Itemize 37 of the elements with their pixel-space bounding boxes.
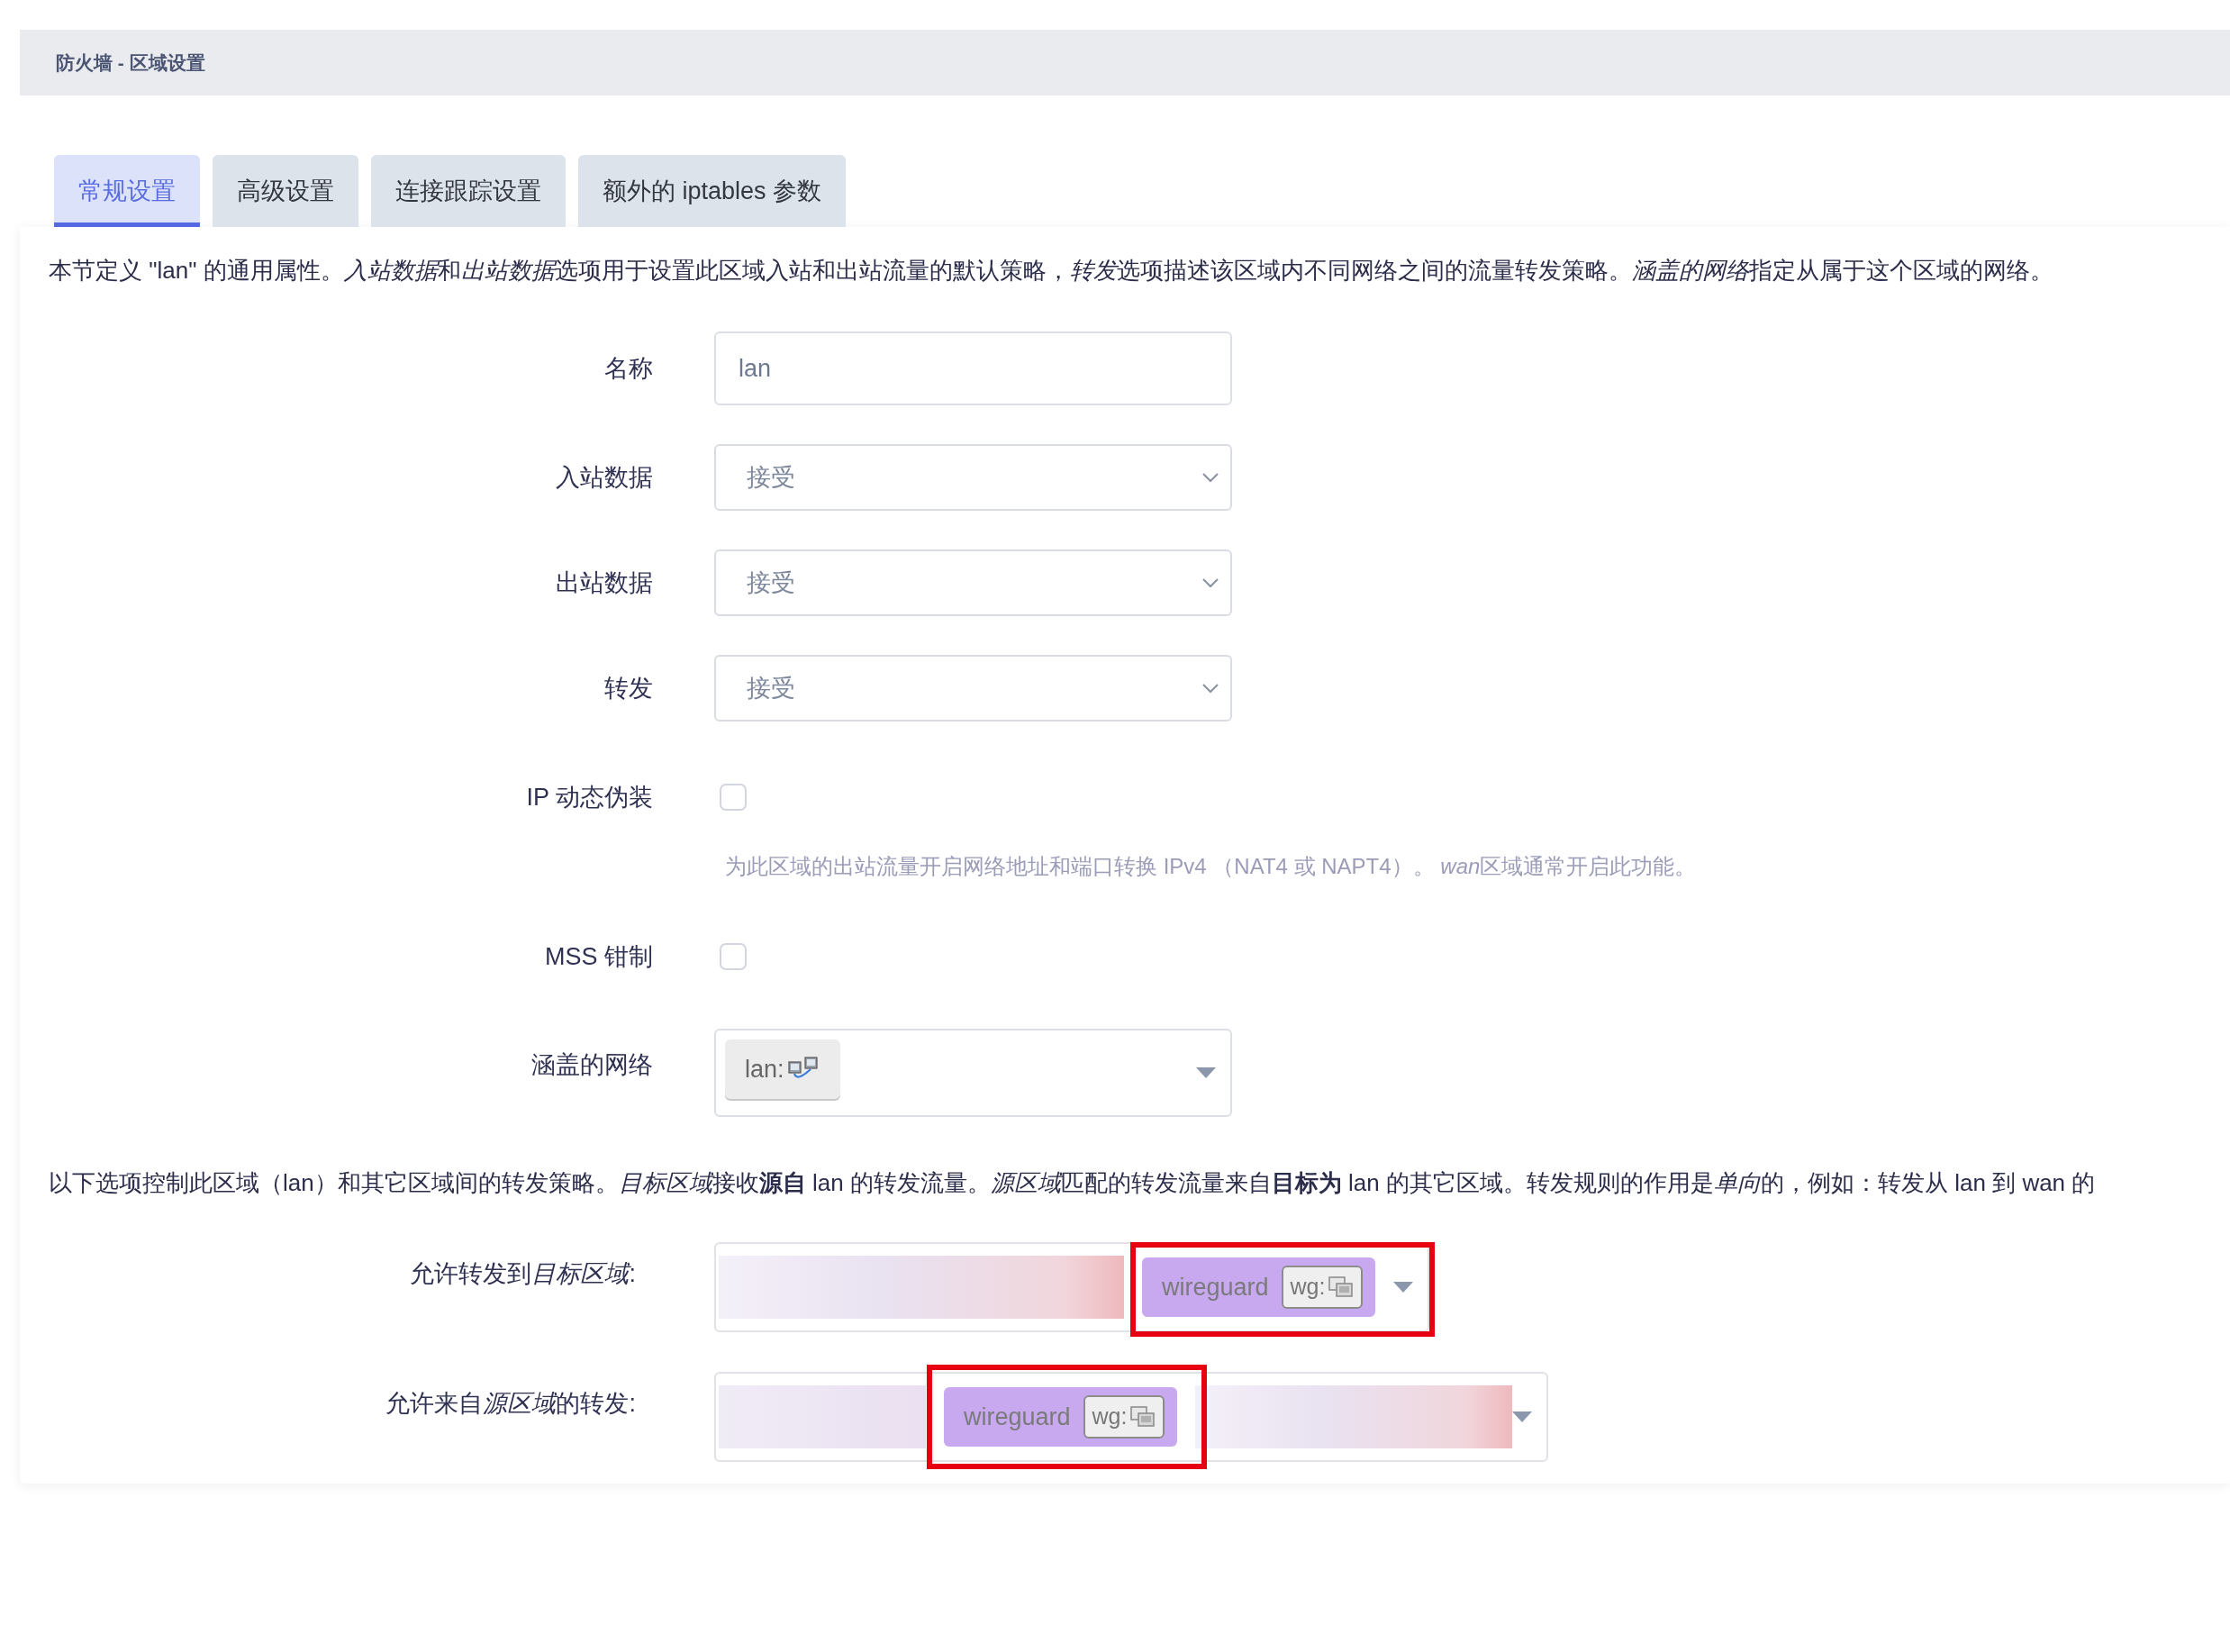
text-field[interactable]: lan: [714, 331, 1232, 405]
caret-down-icon[interactable]: [1196, 1067, 1216, 1078]
network-chip[interactable]: lan:: [725, 1039, 840, 1099]
tab[interactable]: 常规设置: [54, 155, 200, 227]
chevron-down-icon: [1201, 683, 1219, 694]
chevron-down-icon: [1201, 577, 1219, 588]
field-label: 允许转发到目标区域:: [409, 1259, 636, 1289]
field-hint: 为此区域的出站流量开启网络地址和端口转换 IPv4 （NAT4 或 NAPT4）。 wan区域通常开启此功能。: [725, 853, 1698, 880]
field-label: 涵盖的网络: [530, 1050, 653, 1080]
select-field[interactable]: 接受: [714, 655, 1232, 722]
monitors-icon: [1328, 1276, 1355, 1298]
zone-chip[interactable]: wireguard wg:: [944, 1387, 1178, 1447]
checkbox[interactable]: [720, 784, 747, 811]
caret-down-icon[interactable]: [1393, 1282, 1414, 1293]
caret-down-icon[interactable]: [1512, 1411, 1533, 1422]
monitors-icon: [1130, 1406, 1156, 1428]
network-tag: wg:: [1083, 1395, 1165, 1439]
field-label: 入站数据: [555, 463, 653, 493]
field-label: 允许来自源区域的转发:: [385, 1389, 636, 1419]
page-title: 防火墙 - 区域设置: [56, 50, 205, 75]
field-label: 出站数据: [555, 568, 653, 598]
chevron-down-icon: [1201, 472, 1219, 483]
tab[interactable]: 高级设置: [213, 155, 358, 227]
forwarding-description: 以下选项控制此区域（lan）和其它区域间的转发策略。目标区域接收源自 lan 的转发流量。源区域匹配的转发流量来自目标为 lan 的其它区域。转发规则的作用是单向的，例如：转发从 lan 到 wan 的: [49, 1168, 2097, 1198]
field-label: IP 动态伪装: [525, 783, 653, 812]
section-description: 本节定义 "lan" 的通用属性。入站数据和出站数据选项用于设置此区域入站和出站流量的默认策略，转发选项描述该区域内不同网络之间的流量转发策略。涵盖的网络指定从属于这个区域的网络。: [49, 256, 2054, 286]
field-label: 名称: [603, 354, 653, 384]
network-tag: wg:: [1281, 1266, 1364, 1309]
network-select[interactable]: lan:: [714, 1029, 1232, 1117]
checkbox[interactable]: [720, 943, 747, 970]
tab[interactable]: 额外的 iptables 参数: [578, 155, 847, 227]
field-label: 转发: [603, 674, 653, 703]
zone-chip[interactable]: wireguard wg:: [1142, 1257, 1376, 1317]
select-field[interactable]: 接受: [714, 444, 1232, 511]
field-label: MSS 钳制: [544, 942, 653, 972]
tab[interactable]: 连接跟踪设置: [371, 155, 566, 227]
select-field[interactable]: 接受: [714, 549, 1232, 616]
